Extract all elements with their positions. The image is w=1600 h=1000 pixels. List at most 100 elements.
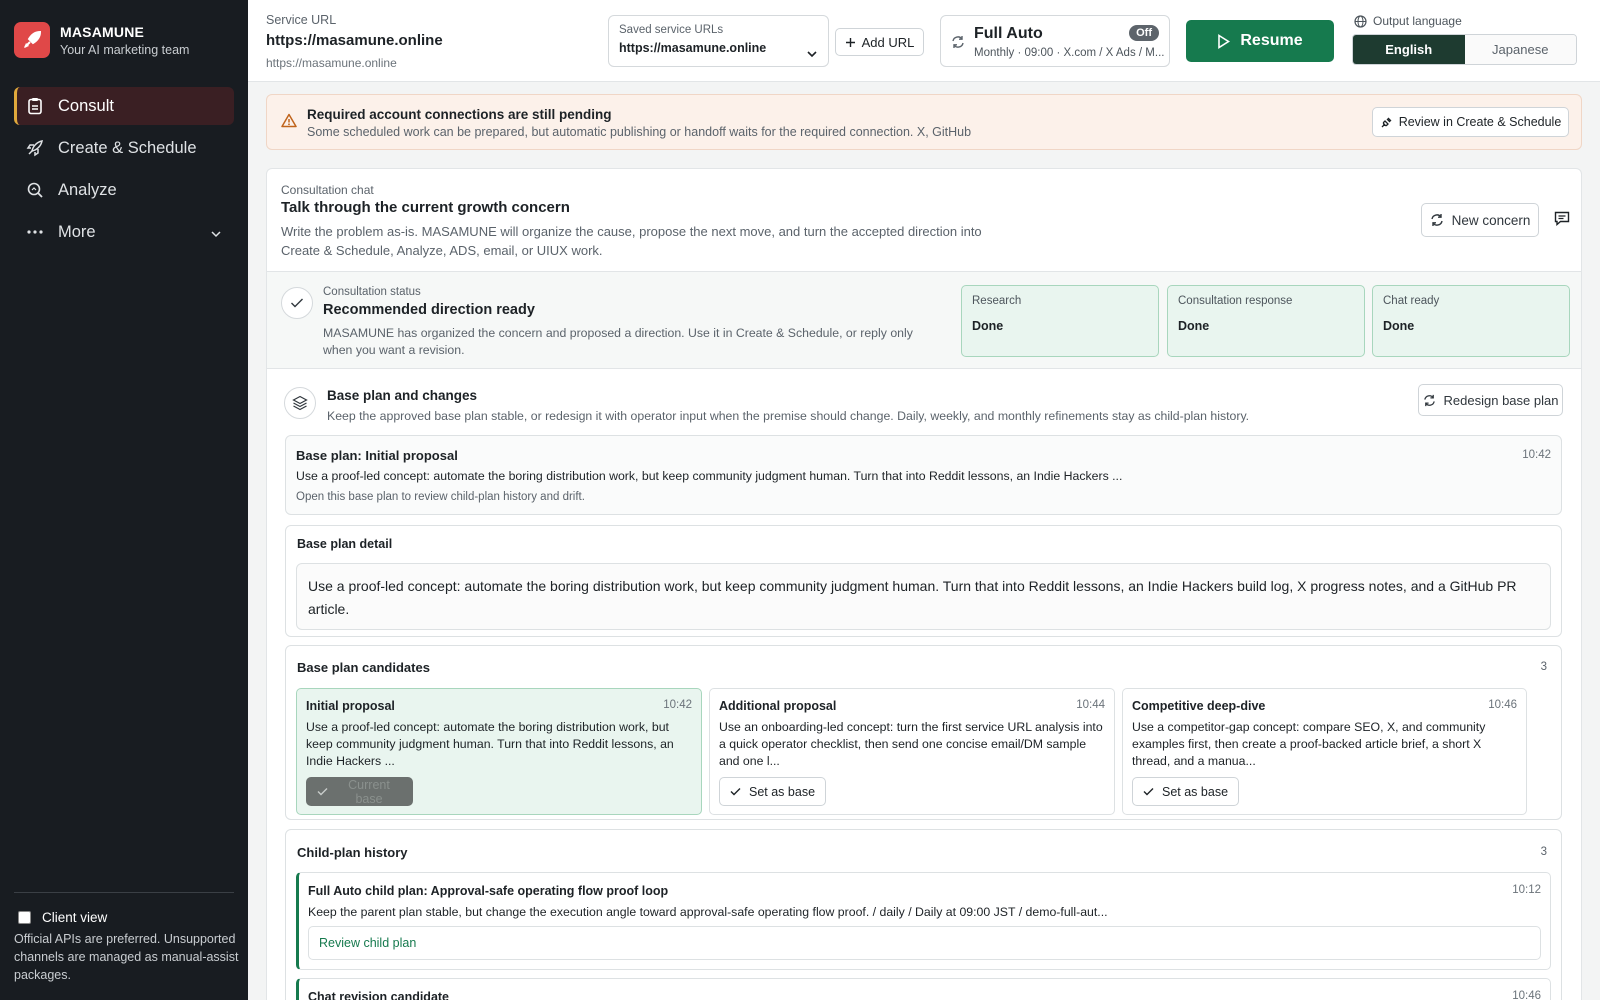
check-icon <box>1143 787 1154 796</box>
redesign-base-plan-button[interactable]: Redesign base plan <box>1418 384 1563 416</box>
section-divider <box>267 368 1581 369</box>
base-plan-detail-text: Use a proof-led concept: automate the bo… <box>296 563 1551 630</box>
saved-urls-value: https://masamune.online <box>619 41 767 55</box>
resume-button[interactable]: Resume <box>1186 20 1334 62</box>
service-url: https://masamune.online <box>266 32 443 49</box>
warning-icon <box>281 113 297 133</box>
child-plan-title: Full Auto child plan: Approval-safe oper… <box>308 884 669 898</box>
rocket-icon <box>26 139 44 157</box>
sidebar-item-consult[interactable]: Consult <box>14 87 234 125</box>
play-icon <box>1217 33 1231 49</box>
service-url-sub: https://masamune.online <box>266 56 397 70</box>
candidate-summary: Use a competitor-gap concept: compare SE… <box>1132 720 1486 768</box>
set-as-base-button[interactable]: Set as base <box>1132 777 1240 806</box>
candidates-title: Base plan candidates <box>297 660 430 675</box>
base-plan-title: Base plan and changes <box>327 388 478 403</box>
check-icon <box>730 787 741 796</box>
new-concern-button[interactable]: New concern <box>1421 203 1539 237</box>
brand-tagline: Your AI marketing team <box>60 42 190 57</box>
base-plan-detail: Base plan detail Use a proof-led concept… <box>285 525 1562 637</box>
status-card-chat-ready: Chat ready Done <box>1372 285 1570 357</box>
consultation-panel: Consultation chat Talk through the curre… <box>266 168 1582 1000</box>
brand[interactable]: MASAMUNE Your AI marketing team <box>14 22 189 58</box>
sidebar-item-label: More <box>58 222 96 241</box>
check-icon <box>281 287 313 319</box>
candidates-count: 3 <box>1540 661 1547 673</box>
set-as-base-label: Set as base <box>1162 784 1229 799</box>
consultation-description: Write the problem as-is. MASAMUNE will o… <box>281 224 982 258</box>
set-as-base-label: Set as base <box>749 784 816 799</box>
client-view-note: Official APIs are preferred. Unsupported… <box>14 932 239 982</box>
candidate-card-competitive[interactable]: Competitive deep-dive 10:46 Use a compet… <box>1122 688 1527 815</box>
status-description: MASAMUNE has organized the concern and p… <box>323 326 913 357</box>
current-base-plan-title: Base plan: Initial proposal <box>296 448 458 463</box>
refresh-icon <box>1430 213 1444 227</box>
child-plan-time: 10:12 <box>1512 884 1541 896</box>
consultation-chat-label: Consultation chat <box>281 183 374 197</box>
brand-name: MASAMUNE <box>60 23 145 40</box>
globe-icon <box>1354 14 1367 28</box>
sidebar-item-analyze[interactable]: Analyze <box>14 171 234 209</box>
saved-urls-label: Saved service URLs <box>619 24 724 36</box>
language-english[interactable]: English <box>1353 35 1465 64</box>
current-base-plan-time: 10:42 <box>1522 449 1551 461</box>
sidebar-divider <box>14 892 234 893</box>
sidebar: MASAMUNE Your AI marketing team Consult … <box>0 0 248 1000</box>
review-child-plan-link[interactable]: Review child plan <box>308 926 1541 960</box>
sidebar-item-create-schedule[interactable]: Create & Schedule <box>14 129 234 167</box>
add-url-button[interactable]: Add URL <box>835 28 924 56</box>
candidate-summary: Use a proof-led concept: automate the bo… <box>306 720 674 768</box>
sidebar-item-label: Analyze <box>58 180 117 199</box>
consultation-title: Talk through the current growth concern <box>281 199 570 216</box>
review-create-schedule-button[interactable]: Review in Create & Schedule <box>1372 107 1569 137</box>
child-history-title: Child-plan history <box>297 845 408 860</box>
full-auto-panel[interactable]: Full Auto Monthly · 09:00 · X.com / X Ad… <box>940 15 1170 67</box>
chevron-down-icon <box>210 224 222 243</box>
output-language-label: Output language <box>1373 14 1462 28</box>
candidate-name: Additional proposal <box>719 699 837 713</box>
plus-icon <box>845 37 856 48</box>
candidate-card-additional[interactable]: Additional proposal 10:44 Use an onboard… <box>709 688 1115 815</box>
current-base-plan-hint: Open this base plan to review child-plan… <box>296 491 585 503</box>
chevron-down-icon <box>806 45 818 63</box>
full-auto-state-badge[interactable]: Off <box>1129 25 1159 41</box>
current-base-button[interactable]: Current base <box>306 777 413 806</box>
status-card-value: Done <box>1383 319 1415 333</box>
status-card-research: Research Done <box>961 285 1159 357</box>
current-base-label: Current base <box>348 777 390 806</box>
review-create-schedule-label: Review in Create & Schedule <box>1398 115 1562 129</box>
chat-bubble-icon[interactable] <box>1554 211 1570 231</box>
status-card-label: Research <box>972 295 1022 307</box>
child-plan-history: Child-plan history 3 Full Auto child pla… <box>285 829 1562 1000</box>
client-view-toggle[interactable]: Client view <box>18 910 107 925</box>
child-plan-item: Chat revision candidate 10:46 <box>296 978 1551 1000</box>
status-card-value: Done <box>972 319 1004 333</box>
layers-icon <box>284 387 316 419</box>
client-view-checkbox[interactable] <box>18 911 31 924</box>
candidate-summary: Use an onboarding-led concept: turn the … <box>719 720 1103 768</box>
set-as-base-button[interactable]: Set as base <box>719 777 827 806</box>
refresh-icon <box>1423 394 1436 407</box>
banner-title: Required account connections are still p… <box>307 107 612 122</box>
base-plan-candidates: Base plan candidates 3 Initial proposal … <box>285 645 1562 820</box>
refresh-icon <box>951 35 965 54</box>
saved-urls-select[interactable]: Saved service URLs https://masamune.onli… <box>608 15 829 67</box>
status-card-label: Consultation response <box>1178 295 1293 307</box>
status-title: Recommended direction ready <box>323 302 535 318</box>
brand-logo-icon <box>14 22 50 58</box>
more-dots-icon <box>26 223 44 241</box>
new-concern-label: New concern <box>1451 212 1531 228</box>
current-base-plan-card[interactable]: Base plan: Initial proposal 10:42 Use a … <box>285 435 1562 515</box>
sidebar-item-label: Create & Schedule <box>58 138 197 157</box>
child-plan-summary: Keep the parent plan stable, but change … <box>308 905 1108 919</box>
child-plan-item: Full Auto child plan: Approval-safe oper… <box>296 872 1551 970</box>
consultation-status-row: Consultation status Recommended directio… <box>267 272 1581 368</box>
status-label: Consultation status <box>323 286 421 298</box>
sidebar-nav: Consult Create & Schedule Analyze More <box>14 87 234 255</box>
sidebar-item-more[interactable]: More <box>14 213 234 251</box>
check-icon <box>317 787 328 796</box>
language-switch: English Japanese <box>1352 34 1577 65</box>
candidate-card-initial[interactable]: Initial proposal 10:42 Use a proof-led c… <box>296 688 702 815</box>
language-japanese[interactable]: Japanese <box>1464 35 1576 64</box>
service-url-block: Service URL https://masamune.online http… <box>266 13 443 70</box>
